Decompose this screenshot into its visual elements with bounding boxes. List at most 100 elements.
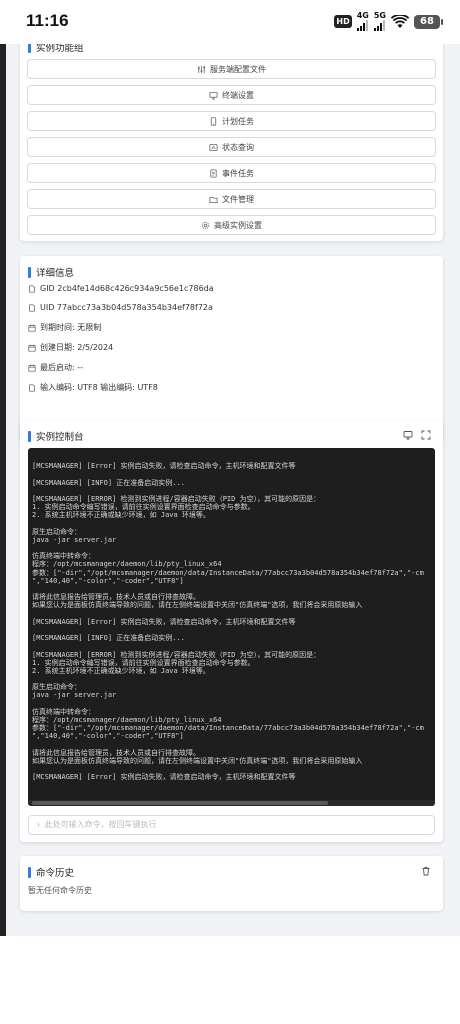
history-title: 命令历史 [28,865,74,879]
console-card: 实例控制台 [MCSMANAGER] [Error] 实例启动失败，请检查启动命… [20,420,443,842]
command-input[interactable]: › 此处可输入命令，按回车键执行 [28,815,435,835]
console-line: java -jar server.jar [32,691,117,700]
calendar-icon [28,324,36,332]
bottom-area [0,936,460,1024]
console-line: 2. 系统主机环境不正确或缺少环境，如 Java 环境等。 [32,511,210,520]
hd-badge: HD [334,15,352,28]
console-line: 如果您认为是面板仿真终端导致的问题，请在左侧终端设置中关闭"仿真终端"选项，我们… [32,601,363,610]
console-lines: [MCSMANAGER] [Error] 实例启动失败，请检查启动命令，主机环境… [32,454,435,782]
console-line: 原生启动命令： [32,683,81,692]
folder-icon [209,196,218,203]
console-line: 原生启动命令： [32,527,81,536]
console-title: 实例控制台 [28,429,84,443]
event-tasks-button[interactable]: 事件任务 [27,163,436,183]
terminal-settings-button[interactable]: 终端设置 [27,85,436,105]
net-label-2: 5G [373,11,386,20]
title-accent [28,44,31,53]
console-line: ","140,40","-color","-coder","UTF8"] [32,576,184,585]
last-start-row: 最后启动: -- [28,362,83,373]
advanced-settings-button[interactable]: 高级实例设置 [27,215,436,235]
function-group-title: 实例功能组 [28,44,84,54]
status-query-button[interactable]: 状态查询 [27,137,436,157]
function-group-title-text: 实例功能组 [36,44,84,54]
history-empty-text: 暂无任何命令历史 [28,886,92,895]
status-time: 11:16 [26,11,69,30]
console-line: 程序：/opt/mcsmanager/daemon/lib/pty_linux_… [32,560,222,569]
monitor-icon [209,91,218,100]
wifi-icon [391,14,409,28]
horizontal-scrollbar[interactable] [28,800,435,806]
history-card: 命令历史 暂无任何命令历史 [20,856,443,911]
left-edge [0,44,6,936]
title-accent [28,866,31,878]
uid-row: UID 77abcc73a3b04d578a354b34ef78f72a [28,303,213,312]
scheduled-tasks-label: 计划任务 [222,116,254,126]
command-input-placeholder: 此处可输入命令，按回车键执行 [44,820,157,829]
document-icon [210,168,217,178]
console-line: 请将此信息报告给管理员，技术人员或自行排查故障。 [32,748,200,757]
fullscreen-icon[interactable] [421,430,431,440]
signal-5g-icon: 5G [374,12,386,31]
created-row: 创建日期: 2/5/2024 [28,342,113,353]
scrollbar-thumb[interactable] [32,801,328,805]
details-card: 详细信息 GID 2cb4fe14d68c426c934a9c56e1c786d… [20,256,443,442]
file-manager-label: 文件管理 [222,194,254,204]
encoding-row: 输入编码: UTF8 输出编码: UTF8 [28,382,158,393]
expire-text: 到期时间: 无限制 [40,323,102,332]
net-label-1: 4G [356,11,369,20]
file-manager-button[interactable]: 文件管理 [27,189,436,209]
console-line: 程序：/opt/mcsmanager/daemon/lib/pty_linux_… [32,716,222,724]
calendar-icon [28,344,36,352]
expire-row: 到期时间: 无限制 [28,322,101,333]
gear-icon [201,221,210,229]
phone-icon [210,116,217,126]
console-line: 2. 系统主机环境不正确或缺少环境，如 Java 环境等。 [32,666,210,675]
console-line: 1. 实例启动命令编写错误，请前往实例设置界面检查启动命令与参数。 [32,658,255,667]
dashboard-icon [209,143,218,151]
status-query-label: 状态查询 [222,142,254,152]
console-line: [MCSMANAGER] [Error] 实例启动失败，请检查启动命令，主机环境… [32,617,296,626]
console-line: 如果您认为是面板仿真终端导致的问题，请在左侧终端设置中关闭"仿真终端"选项，我们… [32,756,363,765]
encoding-text: 输入编码: UTF8 输出编码: UTF8 [40,383,158,392]
title-accent [28,430,31,442]
console-title-text: 实例控制台 [36,432,84,443]
title-accent [28,266,31,278]
last-start-text: 最后启动: -- [40,363,84,372]
console-line: 参数：["-dir","/opt/mcsmanager/daemon/data/… [32,568,424,577]
monitor-icon[interactable] [403,430,413,440]
calendar-icon [28,364,36,372]
console-line: [MCSMANAGER] [INFO] 正在准备启动实例... [32,634,185,643]
gid-text: GID 2cb4fe14d68c426c934a9c56e1c786da [40,284,214,293]
function-group-card: 实例功能组 服务端配置文件 终端设置 计划任务 状态查询 事件任务 文件管理 高… [20,44,443,241]
trash-icon[interactable] [421,866,431,876]
details-title: 详细信息 [28,265,74,279]
details-title-text: 详细信息 [36,268,75,279]
console-line: [MCSMANAGER] [Error] 实例启动失败，请检查启动命令，主机环境… [32,462,296,471]
server-config-label: 服务端配置文件 [210,64,266,74]
sliders-icon [197,65,206,73]
console-line: 参数：["-dir","/opt/mcsmanager/daemon/data/… [32,724,424,733]
status-bar: 11:16 HD 4G 5G 68 [0,0,460,44]
gid-row: GID 2cb4fe14d68c426c934a9c56e1c786da [28,284,214,293]
console-line: [MCSMANAGER] [Error] 实例启动失败，请检查启动命令，主机环境… [32,773,296,782]
page-content: 实例功能组 服务端配置文件 终端设置 计划任务 状态查询 事件任务 文件管理 高… [0,44,460,936]
signal-4g-icon: 4G [357,12,369,31]
created-text: 创建日期: 2/5/2024 [40,343,114,352]
console-output[interactable]: [MCSMANAGER] [Error] 实例启动失败，请检查启动命令，主机环境… [28,448,435,806]
console-line: java -jar server.jar [32,535,117,544]
console-line: [MCSMANAGER] [ERROR] 检测到实例进程/容器启动失败（PID … [32,650,321,659]
server-config-button[interactable]: 服务端配置文件 [27,59,436,79]
console-line: 仿真终端中转命令： [32,707,95,716]
scheduled-tasks-button[interactable]: 计划任务 [27,111,436,131]
battery-icon: 68 [414,14,443,29]
status-icons: HD 4G 5G 68 [334,12,443,31]
